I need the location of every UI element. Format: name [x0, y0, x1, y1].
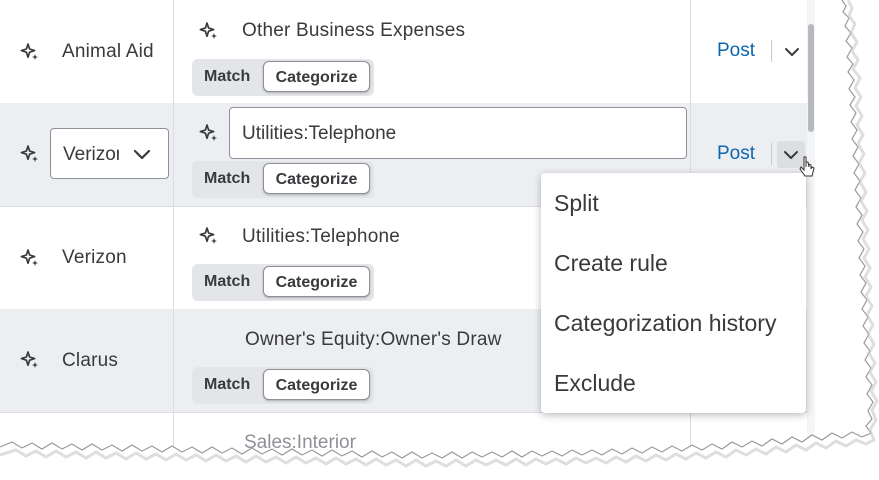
chevron-down-icon[interactable] — [782, 42, 802, 62]
chevron-down-icon[interactable] — [132, 144, 152, 164]
post-button[interactable]: Post — [717, 40, 755, 62]
post-button[interactable]: Post — [717, 143, 755, 165]
payee-name: Clarus — [62, 350, 119, 371]
payee-select-value: Verizon — [63, 144, 119, 165]
button-divider — [771, 40, 772, 62]
menu-item-exclude[interactable]: Exclude — [554, 370, 636, 397]
bank-transactions-table: Animal Aid Other Business Expenses Match… — [0, 0, 879, 480]
account-text: Owner's Equity:Owner's Draw — [245, 329, 502, 350]
category-input[interactable]: Utilities:Telephone — [229, 107, 687, 159]
categorize-button[interactable]: Categorize — [263, 163, 370, 194]
category-input-value: Utilities:Telephone — [242, 123, 397, 144]
categorize-button[interactable]: Categorize — [263, 266, 370, 297]
match-categorize-toggle[interactable]: Match Categorize — [192, 59, 374, 96]
button-divider — [771, 143, 772, 165]
match-categorize-toggle[interactable]: Match Categorize — [192, 367, 374, 404]
match-button[interactable]: Match — [204, 273, 250, 291]
account-text: Sales:Interior — [244, 432, 356, 453]
scrollbar-thumb[interactable] — [808, 24, 814, 132]
sparkle-icon — [199, 123, 219, 143]
payee-name: Verizon — [62, 247, 127, 268]
match-button[interactable]: Match — [204, 68, 250, 86]
menu-item-categorization-history[interactable]: Categorization history — [554, 310, 776, 337]
sparkle-icon — [20, 42, 40, 62]
sparkle-icon — [20, 350, 40, 370]
payee-name: Animal Aid — [62, 41, 154, 62]
menu-item-split[interactable]: Split — [554, 190, 599, 217]
account-text: Utilities:Telephone — [242, 226, 400, 247]
categorize-button[interactable]: Categorize — [263, 369, 370, 400]
mouse-cursor-icon — [799, 156, 817, 178]
more-actions-menu: Split Create rule Categorization history… — [541, 173, 806, 413]
table-row: Animal Aid Other Business Expenses Match… — [0, 0, 815, 104]
column-divider — [173, 0, 174, 480]
chevron-down-icon — [781, 145, 801, 165]
categorize-button[interactable]: Categorize — [263, 61, 370, 92]
sparkle-icon — [20, 248, 40, 268]
sparkle-icon — [20, 144, 40, 164]
menu-item-create-rule[interactable]: Create rule — [554, 250, 668, 277]
payee-select[interactable]: Verizon — [50, 128, 169, 179]
match-button[interactable]: Match — [204, 170, 250, 188]
match-categorize-toggle[interactable]: Match Categorize — [192, 161, 374, 198]
sparkle-icon — [199, 21, 219, 41]
match-categorize-toggle[interactable]: Match Categorize — [192, 264, 374, 301]
account-text: Other Business Expenses — [242, 20, 466, 41]
sparkle-icon — [199, 226, 219, 246]
match-button[interactable]: Match — [204, 376, 250, 394]
